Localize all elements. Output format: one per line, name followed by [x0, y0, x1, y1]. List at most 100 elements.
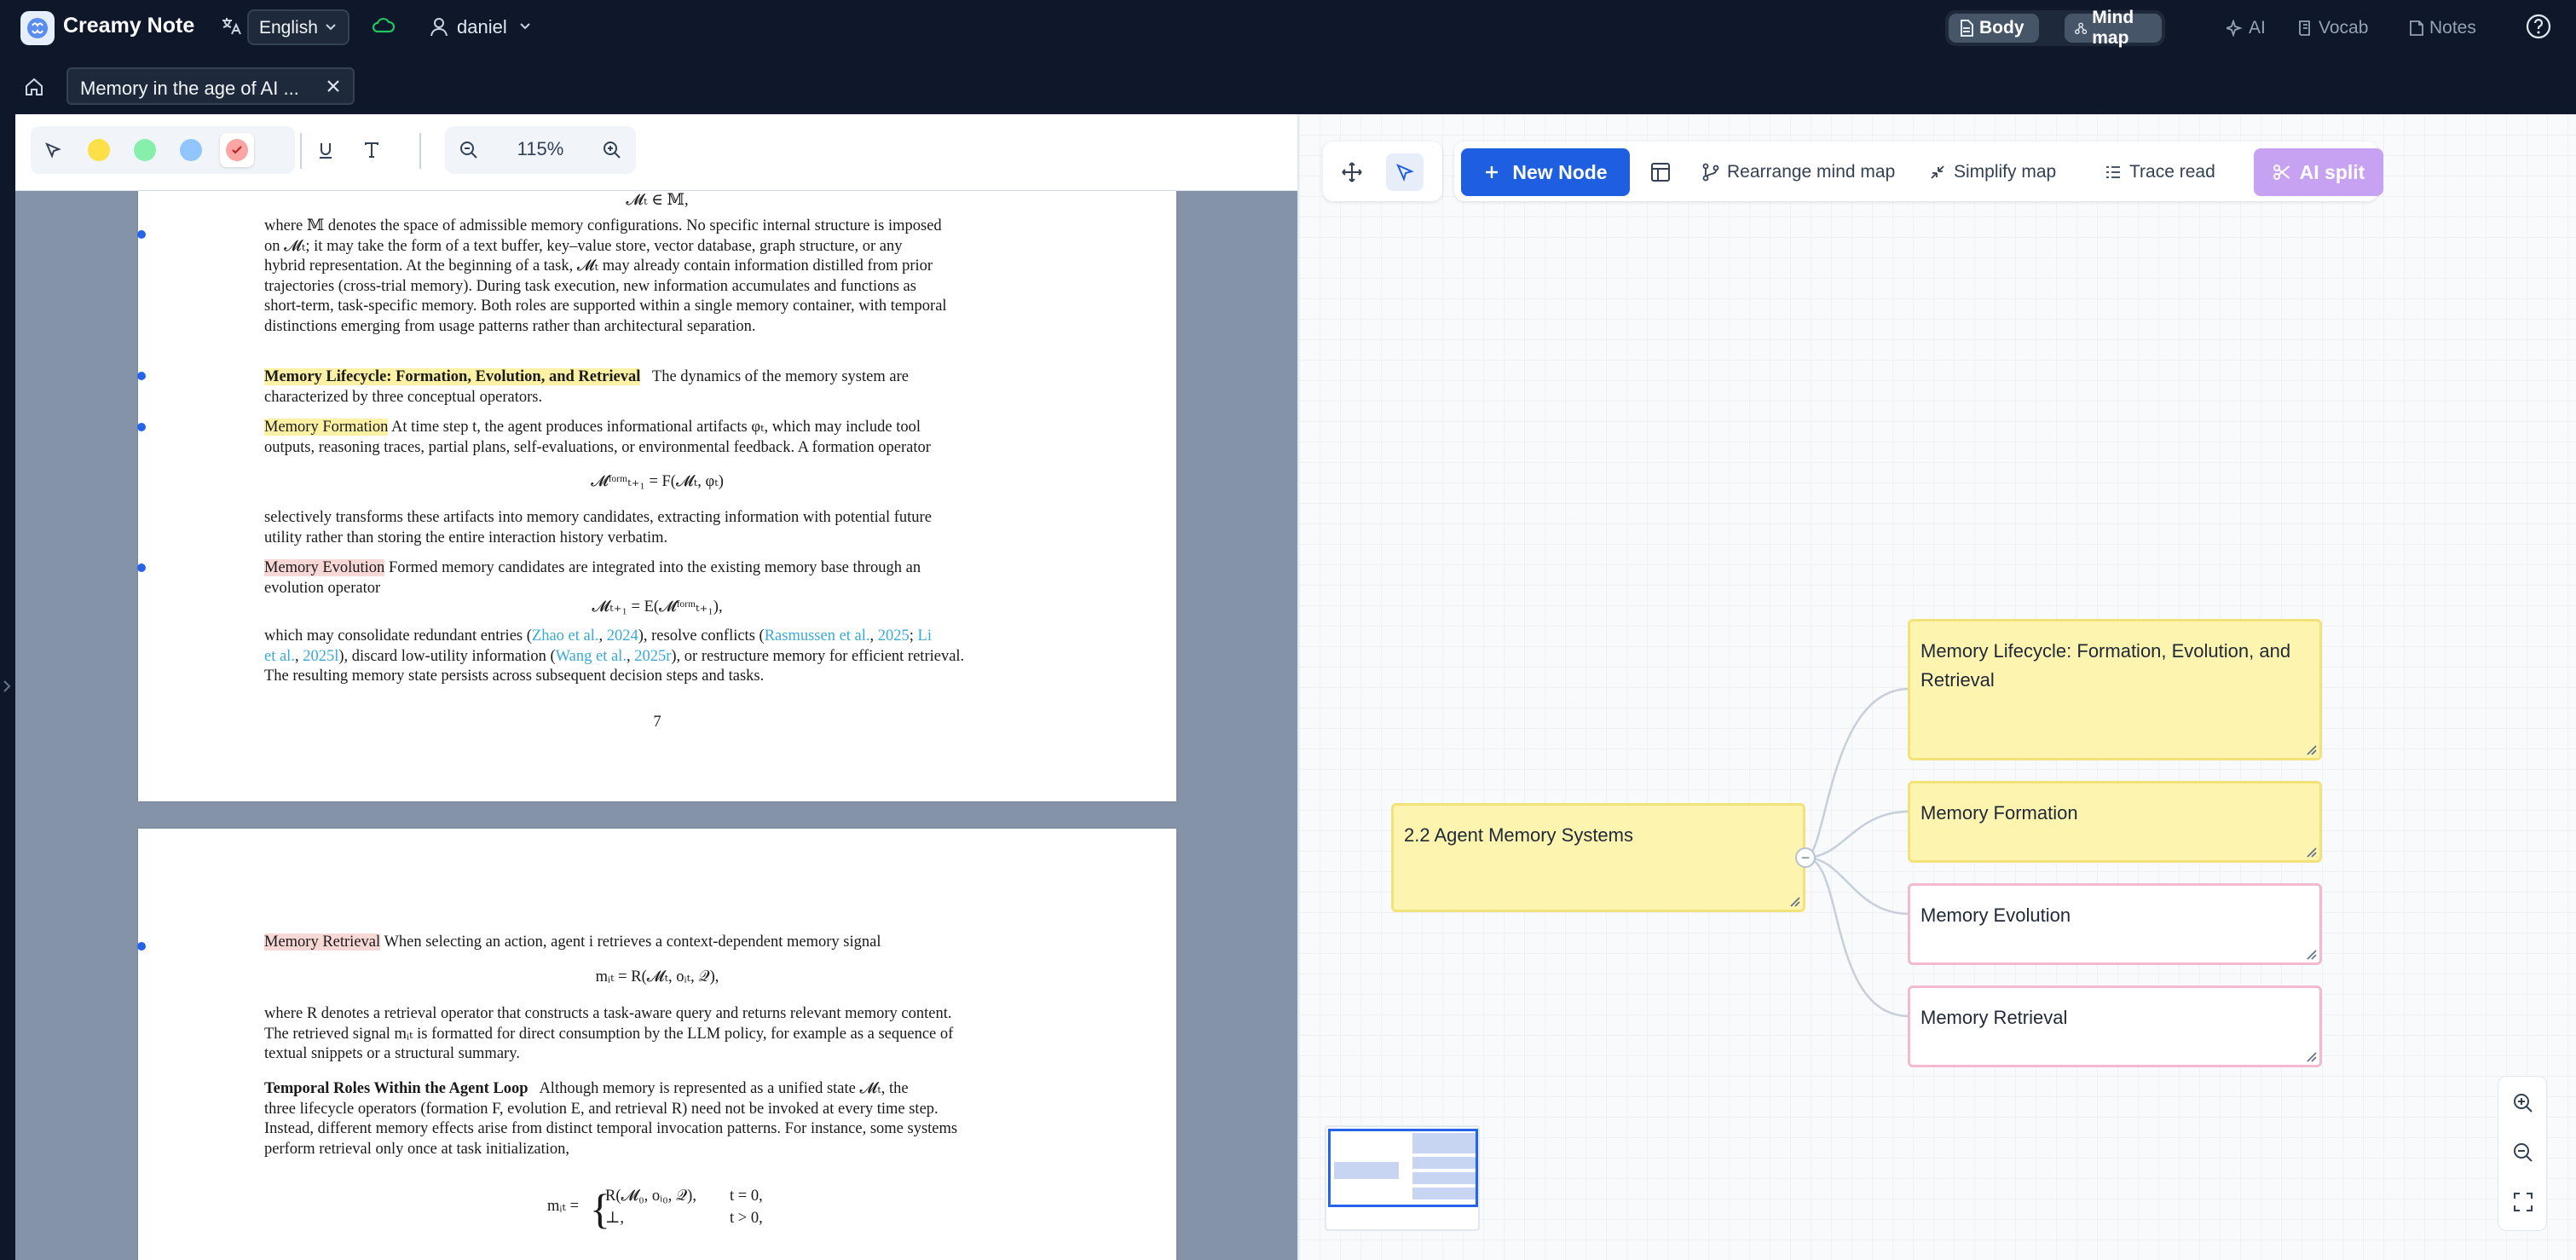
paragraph: where R denotes a retrieval operator tha… [264, 1005, 954, 1062]
toolbar-divider [419, 133, 421, 169]
document-tab[interactable]: Memory in the age of AI ... [66, 67, 355, 105]
app-logo[interactable] [20, 11, 55, 45]
annotation-marker[interactable] [137, 942, 146, 951]
mind-map-canvas[interactable]: New Node Rearrange mind map Simplify map… [1297, 114, 2576, 1260]
text-tools [302, 126, 409, 174]
expand-sidebar-icon[interactable] [0, 677, 14, 696]
highlight-yellow-button[interactable] [82, 133, 116, 167]
home-icon[interactable] [24, 77, 44, 97]
blue-swatch [180, 139, 202, 161]
paragraph: Temporal Roles Within the Agent Loop Alt… [264, 1080, 958, 1158]
tab-body[interactable]: Body [1949, 14, 2039, 43]
side-tabs: AI Vocab Notes [2216, 10, 2506, 46]
paragraph: selectively transforms these artifacts i… [264, 509, 932, 546]
note-icon [2410, 20, 2423, 36]
top-bar: Creamy Note English daniel Body Mind map… [0, 0, 2576, 56]
node-label: Memory Retrieval [1920, 1007, 2068, 1028]
edge-evolution [1805, 856, 1910, 916]
zoom-out-icon [460, 142, 477, 159]
zoom-in-icon [604, 142, 621, 159]
help-icon[interactable] [2525, 13, 2552, 40]
highlight-blue-button[interactable] [174, 133, 208, 167]
pdf-page: 𝓜ₜ ∈ 𝕄, where 𝕄 denotes the space of adm… [138, 191, 1176, 801]
translate-icon [222, 18, 241, 35]
paragraph: Memory Evolution Formed memory candidate… [264, 559, 921, 597]
mind-map-node[interactable]: Memory Evolution [1908, 883, 2322, 965]
app-name: Creamy Note [63, 14, 195, 38]
highlight-evolution[interactable]: Memory Evolution [264, 559, 385, 576]
document-icon [1961, 20, 1973, 37]
resize-handle-icon[interactable] [2306, 847, 2318, 858]
mind-map-node[interactable]: Memory Lifecycle: Formation, Evolution, … [1908, 619, 2322, 760]
document-tab-row: Memory in the age of AI ... [0, 56, 2576, 114]
mind-map-root-node[interactable]: 2.2 Agent Memory Systems [1391, 803, 1805, 912]
yellow-swatch [88, 139, 110, 161]
book-icon [2299, 20, 2310, 36]
highlight-formation[interactable]: Memory Formation [264, 419, 389, 436]
section-heading: Temporal Roles Within the Agent Loop [264, 1080, 528, 1097]
user-icon[interactable] [428, 15, 450, 38]
node-label: Memory Formation [1920, 802, 2078, 824]
text-button[interactable] [355, 133, 389, 167]
annotation-marker[interactable] [137, 423, 146, 431]
mind-map-icon [2075, 22, 2088, 35]
resize-handle-icon[interactable] [2306, 949, 2318, 961]
select-tool-button[interactable] [36, 133, 70, 167]
tab-mind-map[interactable]: Mind map [2065, 8, 2162, 48]
pdf-reader: 115% 𝓜ₜ ∈ 𝕄, where 𝕄 denotes the space o… [15, 114, 1297, 1260]
tab-ai[interactable]: AI [2216, 14, 2276, 43]
check-icon [232, 146, 242, 154]
highlight-red-button[interactable] [220, 133, 254, 167]
tab-notes[interactable]: Notes [2399, 14, 2486, 43]
node-label: Memory Lifecycle: Formation, Evolution, … [1920, 640, 2291, 691]
cursor-icon [45, 142, 61, 159]
edge-lifecycle [1805, 687, 1910, 859]
zoom-out-button[interactable] [452, 133, 486, 167]
language-select[interactable]: English [247, 9, 349, 45]
highlight-green-button[interactable] [128, 133, 162, 167]
chevron-down-icon [326, 24, 336, 31]
zoom-in-button[interactable] [595, 133, 629, 167]
canvas-zoom-out-button[interactable] [2509, 1138, 2538, 1167]
highlight-retrieval[interactable]: Memory Retrieval [264, 933, 381, 951]
paragraph: Memory Lifecycle: Formation, Evolution, … [264, 368, 909, 406]
pdf-page: Memory Retrieval When selecting an actio… [138, 829, 1176, 1260]
close-icon[interactable] [324, 77, 343, 95]
node-label: 2.2 Agent Memory Systems [1404, 824, 1633, 846]
zoom-level[interactable]: 115% [506, 138, 575, 160]
view-mode-switch: Body Mind map [1945, 8, 2165, 48]
paragraph: Memory Retrieval When selecting an actio… [264, 933, 881, 951]
highlight-lifecycle[interactable]: Memory Lifecycle: Formation, Evolution, … [264, 368, 641, 385]
chevron-down-icon[interactable] [518, 19, 532, 32]
paragraph: where 𝕄 denotes the space of admissible … [264, 217, 947, 335]
mind-map-node[interactable]: Memory Retrieval [1908, 985, 2322, 1067]
user-name[interactable]: daniel [457, 16, 507, 38]
annotation-marker[interactable] [137, 372, 146, 380]
resize-handle-icon[interactable] [1789, 896, 1801, 908]
cloud-sync-icon[interactable] [372, 16, 396, 35]
fit-view-button[interactable] [2509, 1188, 2538, 1217]
mind-map-node[interactable]: Memory Formation [1908, 781, 2322, 863]
canvas-zoom-controls [2498, 1076, 2547, 1231]
paragraph: Memory Formation At time step t, the age… [264, 419, 931, 456]
sparkle-icon [2227, 20, 2243, 37]
resize-handle-icon[interactable] [2306, 744, 2318, 756]
paragraph: which may consolidate redundant entries … [264, 627, 965, 685]
underline-button[interactable] [309, 133, 343, 167]
document-tab-title: Memory in the age of AI ... [80, 78, 299, 99]
edge-formation [1805, 810, 1910, 859]
minimap-viewport[interactable] [1328, 1129, 1478, 1207]
canvas-zoom-in-button[interactable] [2509, 1089, 2538, 1118]
resize-handle-icon[interactable] [2306, 1051, 2318, 1063]
equation: mᵢₜ = R(𝓜ₜ, oᵢₜ, 𝒬), [595, 968, 719, 985]
reader-toolbar: 115% [15, 114, 1297, 191]
equation: 𝓜ₜ ∈ 𝕄, [626, 192, 689, 209]
annotation-marker[interactable] [137, 564, 146, 572]
annotation-tools [31, 126, 295, 174]
text-icon [365, 142, 378, 158]
tab-vocab[interactable]: Vocab [2288, 14, 2378, 43]
minimap[interactable] [1325, 1125, 1480, 1231]
annotation-marker[interactable] [137, 230, 146, 239]
green-swatch [134, 139, 156, 161]
collapse-toggle[interactable]: − [1795, 847, 1816, 868]
